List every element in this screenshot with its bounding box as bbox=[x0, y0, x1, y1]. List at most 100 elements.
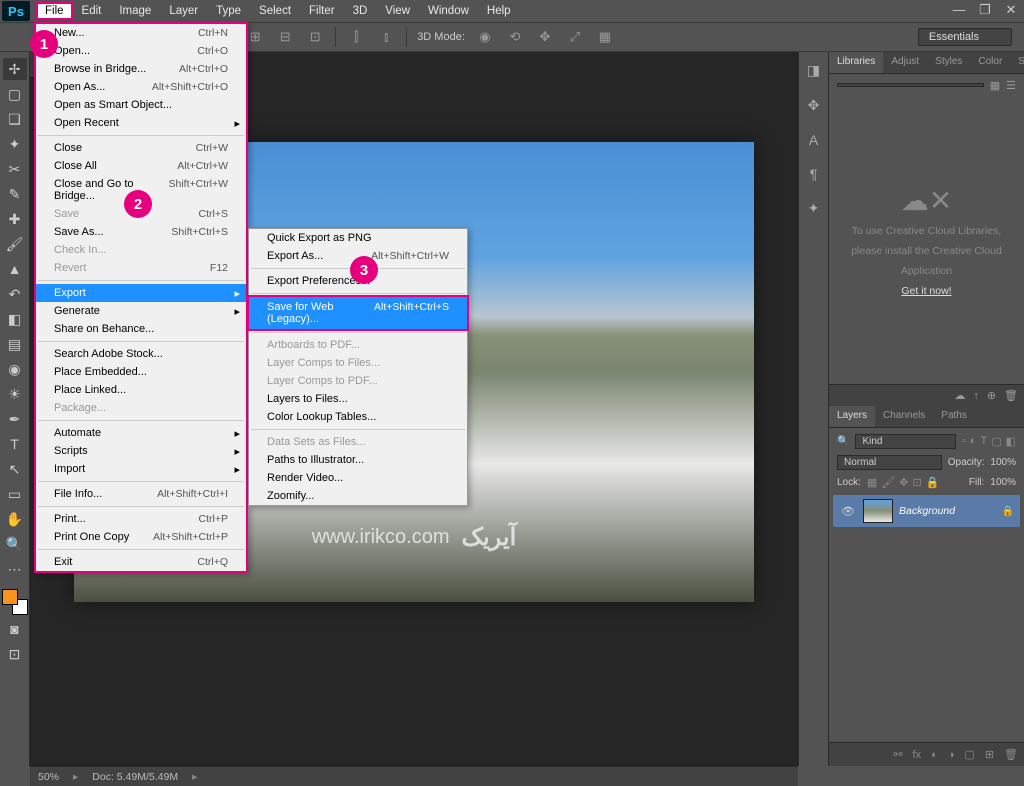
list-view-icon[interactable]: ☰ bbox=[1006, 79, 1016, 92]
3d-icon[interactable]: ⟲ bbox=[505, 27, 525, 47]
fill-value[interactable]: 100% bbox=[990, 477, 1016, 488]
menu-item[interactable]: Package... bbox=[36, 399, 246, 417]
stamp-tool[interactable]: ▲ bbox=[3, 258, 27, 280]
lock-pixels-icon[interactable]: 🖌 bbox=[881, 476, 895, 489]
menubar-item-type[interactable]: Type bbox=[207, 2, 250, 20]
filter-shape-icon[interactable]: ▢ bbox=[991, 435, 1001, 448]
menubar-item-file[interactable]: File bbox=[36, 2, 73, 20]
menu-item[interactable]: Close AllAlt+Ctrl+W bbox=[36, 157, 246, 175]
quickmask-tool[interactable]: ◙ bbox=[3, 618, 27, 640]
panel-tab[interactable]: Styles bbox=[927, 52, 970, 73]
properties-icon[interactable]: ✥ bbox=[808, 93, 820, 118]
menubar-item-filter[interactable]: Filter bbox=[300, 2, 344, 20]
fx-icon[interactable]: fx bbox=[913, 749, 922, 761]
menu-item[interactable]: CloseCtrl+W bbox=[36, 139, 246, 157]
panel-tab[interactable]: Color bbox=[970, 52, 1010, 73]
healing-tool[interactable]: ✚ bbox=[3, 208, 27, 230]
adjustment-icon[interactable]: ◑ bbox=[948, 749, 955, 761]
profile-icon[interactable]: ▸ bbox=[73, 771, 78, 783]
menu-item[interactable]: Open...Ctrl+O bbox=[36, 42, 246, 60]
menubar-item-select[interactable]: Select bbox=[250, 2, 300, 20]
delete-icon[interactable]: 🗑 bbox=[1004, 748, 1018, 761]
opacity-value[interactable]: 100% bbox=[990, 457, 1016, 468]
menu-item[interactable]: Place Linked... bbox=[36, 381, 246, 399]
path-tool[interactable]: ↖ bbox=[3, 458, 27, 480]
library-dropdown[interactable] bbox=[837, 83, 984, 87]
pen-tool[interactable]: ✒ bbox=[3, 408, 27, 430]
crop-tool[interactable]: ✂ bbox=[3, 158, 27, 180]
menu-item[interactable]: File Info...Alt+Shift+Ctrl+I bbox=[36, 485, 246, 503]
maximize-icon[interactable]: ❐ bbox=[976, 2, 994, 18]
menu-item[interactable]: Color Lookup Tables... bbox=[249, 408, 467, 426]
close-icon[interactable]: ✕ bbox=[1002, 2, 1020, 18]
marquee-tool[interactable]: ▢ bbox=[3, 83, 27, 105]
layer-thumbnail[interactable] bbox=[863, 499, 893, 523]
move-tool[interactable]: ✢ bbox=[3, 58, 27, 80]
workspace-selector[interactable]: Essentials bbox=[918, 28, 1012, 46]
distribute-icon[interactable]: ⊡ bbox=[305, 27, 325, 47]
add-icon[interactable]: ⊕ bbox=[987, 389, 996, 402]
blend-mode[interactable]: Normal bbox=[837, 455, 942, 470]
menu-item[interactable]: Open Recent▸ bbox=[36, 114, 246, 132]
menu-item[interactable]: Artboards to PDF... bbox=[249, 336, 467, 354]
panel-tab[interactable]: Layers bbox=[829, 406, 875, 427]
menubar-item-image[interactable]: Image bbox=[110, 2, 160, 20]
menu-item[interactable]: Print...Ctrl+P bbox=[36, 510, 246, 528]
edit-toolbar[interactable]: ⋯ bbox=[3, 558, 27, 580]
screenmode-tool[interactable]: ⊡ bbox=[3, 643, 27, 665]
trash-icon[interactable]: 🗑 bbox=[1004, 389, 1018, 402]
panel-tab[interactable]: Adjust bbox=[883, 52, 927, 73]
menu-item[interactable]: Browse in Bridge...Alt+Ctrl+O bbox=[36, 60, 246, 78]
blur-tool[interactable]: ◉ bbox=[3, 358, 27, 380]
menubar-item-edit[interactable]: Edit bbox=[73, 2, 111, 20]
menu-item[interactable]: Layers to Files... bbox=[249, 390, 467, 408]
paragraph-icon[interactable]: ¶ bbox=[810, 162, 818, 186]
mask-icon[interactable]: ◐ bbox=[931, 749, 938, 761]
sync-icon[interactable]: ☁ bbox=[954, 389, 965, 402]
lock-position-icon[interactable]: ✥ bbox=[899, 476, 908, 489]
menu-item[interactable]: Place Embedded... bbox=[36, 363, 246, 381]
menu-item[interactable]: RevertF12 bbox=[36, 259, 246, 277]
menu-item[interactable]: Automate▸ bbox=[36, 424, 246, 442]
brush-tool[interactable]: 🖌 bbox=[3, 233, 27, 255]
filter-smart-icon[interactable]: ◧ bbox=[1006, 435, 1016, 448]
menu-item[interactable]: Layer Comps to PDF... bbox=[249, 372, 467, 390]
brush-panel-icon[interactable]: ✦ bbox=[808, 196, 820, 221]
filter-adjust-icon[interactable]: ◐ bbox=[970, 435, 977, 448]
eyedropper-tool[interactable]: ✎ bbox=[3, 183, 27, 205]
3d-icon[interactable]: ◉ bbox=[475, 27, 495, 47]
menu-item[interactable]: Paths to Illustrator... bbox=[249, 451, 467, 469]
menu-item[interactable]: Save As...Shift+Ctrl+S bbox=[36, 223, 246, 241]
menu-item[interactable]: Quick Export as PNG bbox=[249, 229, 467, 247]
lock-icon[interactable]: 🔒 bbox=[1002, 506, 1014, 517]
new-layer-icon[interactable]: ⊞ bbox=[985, 748, 994, 761]
panel-tab[interactable]: Paths bbox=[933, 406, 975, 427]
menubar-item-layer[interactable]: Layer bbox=[160, 2, 207, 20]
type-tool[interactable]: T bbox=[3, 433, 27, 455]
history-brush-tool[interactable]: ↶ bbox=[3, 283, 27, 305]
shape-tool[interactable]: ▭ bbox=[3, 483, 27, 505]
eraser-tool[interactable]: ◧ bbox=[3, 308, 27, 330]
grid-view-icon[interactable]: ▦ bbox=[990, 79, 1000, 92]
menubar-item-help[interactable]: Help bbox=[478, 2, 520, 20]
menu-item[interactable]: Scripts▸ bbox=[36, 442, 246, 460]
menu-item[interactable]: Zoomify... bbox=[249, 487, 467, 505]
panel-tab[interactable]: Libraries bbox=[829, 52, 883, 73]
color-swatches[interactable] bbox=[2, 589, 28, 615]
layer-name[interactable]: Background bbox=[899, 505, 996, 517]
menu-item[interactable]: Share on Behance... bbox=[36, 320, 246, 338]
visibility-icon[interactable]: 👁 bbox=[839, 505, 857, 518]
menu-item[interactable]: Render Video... bbox=[249, 469, 467, 487]
group-icon[interactable]: ▢ bbox=[964, 748, 974, 761]
link-layers-icon[interactable]: ⚯ bbox=[893, 748, 902, 761]
menu-item[interactable]: Data Sets as Files... bbox=[249, 433, 467, 451]
menu-item[interactable]: Export▸ bbox=[36, 284, 246, 302]
menu-item[interactable]: Save for Web (Legacy)...Alt+Shift+Ctrl+S bbox=[247, 295, 469, 331]
menu-item[interactable]: Print One CopyAlt+Shift+Ctrl+P bbox=[36, 528, 246, 546]
distribute-icon[interactable]: ⫾ bbox=[376, 27, 396, 47]
menubar-item-3d[interactable]: 3D bbox=[344, 2, 377, 20]
3d-icon[interactable]: ⤢ bbox=[565, 27, 585, 47]
3d-icon[interactable]: ✥ bbox=[535, 27, 555, 47]
filter-pixel-icon[interactable]: ▫ bbox=[962, 435, 966, 448]
minimize-icon[interactable]: — bbox=[950, 2, 968, 18]
